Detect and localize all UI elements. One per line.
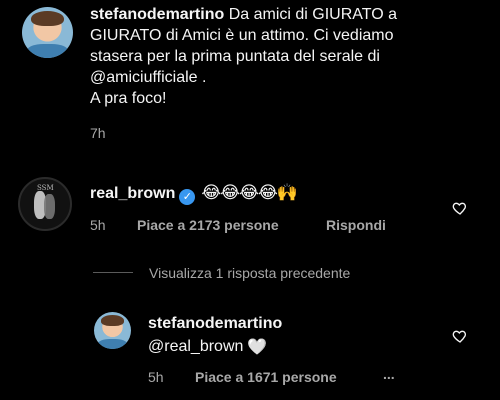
post-caption: stefanodemartino Da amici di GIURATO a G… [90, 4, 490, 109]
comment-author-avatar[interactable]: SSM [18, 177, 72, 231]
comment-time: 5h [90, 217, 106, 233]
view-previous-replies[interactable]: Visualizza 1 risposta precedente [149, 265, 350, 281]
avatar-shirt [97, 339, 128, 349]
comment-emojis: 😂😂😂😂🙌 [201, 183, 298, 202]
white-heart-emoji: 🤍 [247, 339, 268, 356]
caption-line-3: stasera per la prima puntata del serale … [90, 48, 380, 65]
reply-button[interactable]: Rispondi [326, 217, 386, 233]
reply-username[interactable]: stefanodemartino [148, 315, 282, 332]
avatar-hair [100, 314, 125, 327]
post-author-avatar[interactable] [22, 7, 73, 58]
avatar-hair [31, 11, 64, 27]
comment-username[interactable]: real_brown [90, 185, 175, 202]
post-time: 7h [90, 125, 106, 141]
comment-body: real_brown ✓ 😂😂😂😂🙌 [90, 182, 298, 205]
comment-likes[interactable]: Piace a 2173 persone [137, 217, 279, 233]
reply-like-heart-icon[interactable] [452, 328, 468, 344]
reply-more-button[interactable]: ... [383, 366, 395, 382]
caption-line-2: GIURATO di Amici è un attimo. Ci vediamo [90, 27, 394, 44]
avatar-figure-2 [44, 194, 55, 219]
post-author-username[interactable]: stefanodemartino [90, 6, 224, 23]
reply-mention[interactable]: @real_brown [148, 338, 243, 355]
reply-time: 5h [148, 369, 164, 385]
caption-line-4[interactable]: @amiciufficiale . [90, 69, 206, 86]
reply-likes[interactable]: Piace a 1671 persone [195, 369, 337, 385]
avatar-shirt [27, 44, 68, 58]
reply-username-line: stefanodemartino [148, 313, 282, 334]
caption-line-5: A pra foco! [90, 90, 167, 107]
like-heart-icon[interactable] [452, 200, 468, 216]
verified-badge-icon: ✓ [179, 189, 196, 205]
reply-author-avatar[interactable] [94, 312, 131, 349]
reply-text-line: @real_brown 🤍 [148, 336, 267, 358]
caption-line-1: Da amici di GIURATO a [228, 6, 398, 23]
view-replies-divider [93, 272, 133, 273]
